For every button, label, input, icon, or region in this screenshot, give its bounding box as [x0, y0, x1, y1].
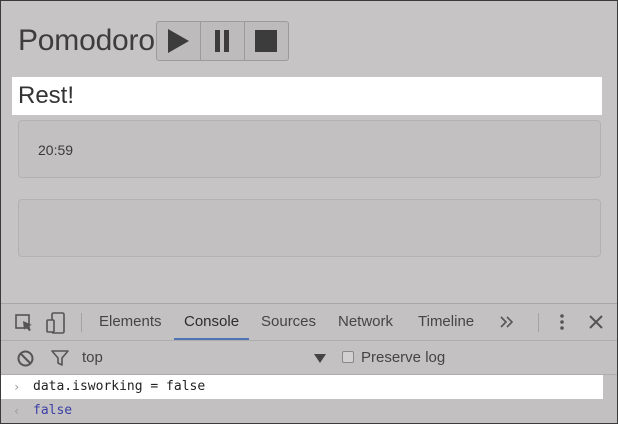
app-area: Pomodoro Rest! 20:59	[1, 1, 617, 301]
status-banner: Rest!	[12, 77, 602, 115]
app-title: Pomodoro	[18, 24, 155, 57]
devtools-tab-bar: Elements Console Sources Network Timelin…	[1, 304, 617, 341]
console-input-text: data.isworking = false	[33, 379, 206, 394]
inspect-element-icon[interactable]	[13, 312, 35, 334]
app-header: Pomodoro	[18, 20, 289, 62]
filter-icon[interactable]	[50, 348, 70, 368]
double-chevron-right-icon[interactable]	[498, 313, 516, 331]
tab-elements[interactable]: Elements	[99, 304, 162, 340]
tab-network[interactable]: Network	[338, 304, 393, 340]
tab-timeline[interactable]: Timeline	[418, 304, 474, 340]
input-prompt-icon: ›	[13, 380, 21, 394]
more-options-icon[interactable]	[554, 312, 570, 332]
tab-separator	[81, 313, 82, 332]
tab-separator	[538, 313, 539, 332]
tab-sources[interactable]: Sources	[261, 304, 316, 340]
pause-button[interactable]	[199, 21, 245, 61]
timer-controls	[155, 21, 289, 61]
stop-icon	[255, 30, 278, 52]
output-prompt-icon: ‹	[13, 404, 21, 418]
browser-window: Pomodoro Rest! 20:59 Elements Console So…	[0, 0, 618, 424]
stop-button[interactable]	[243, 21, 289, 61]
dropdown-arrow-icon[interactable]	[313, 351, 327, 365]
tab-console[interactable]: Console	[173, 304, 250, 340]
console-output-text: false	[33, 403, 73, 418]
play-button[interactable]	[155, 21, 201, 61]
preserve-log-label: Preserve log	[361, 349, 446, 366]
clear-console-icon[interactable]	[15, 348, 35, 368]
empty-panel	[18, 199, 601, 257]
device-mode-icon[interactable]	[45, 311, 67, 335]
timer-panel: 20:59	[18, 120, 601, 178]
play-icon	[168, 29, 190, 53]
timer-display: 20:59	[38, 142, 74, 158]
console-input-line[interactable]: › data.isworking = false	[1, 375, 603, 399]
context-selector[interactable]: top	[82, 341, 103, 374]
pause-icon	[215, 30, 230, 52]
console-output-line: ‹ false	[1, 399, 603, 423]
close-icon[interactable]	[587, 313, 605, 331]
preserve-log-checkbox[interactable]	[342, 351, 354, 363]
console-toolbar: top Preserve log	[1, 341, 617, 375]
status-text: Rest!	[18, 82, 75, 109]
devtools-panel: Elements Console Sources Network Timelin…	[1, 303, 617, 423]
